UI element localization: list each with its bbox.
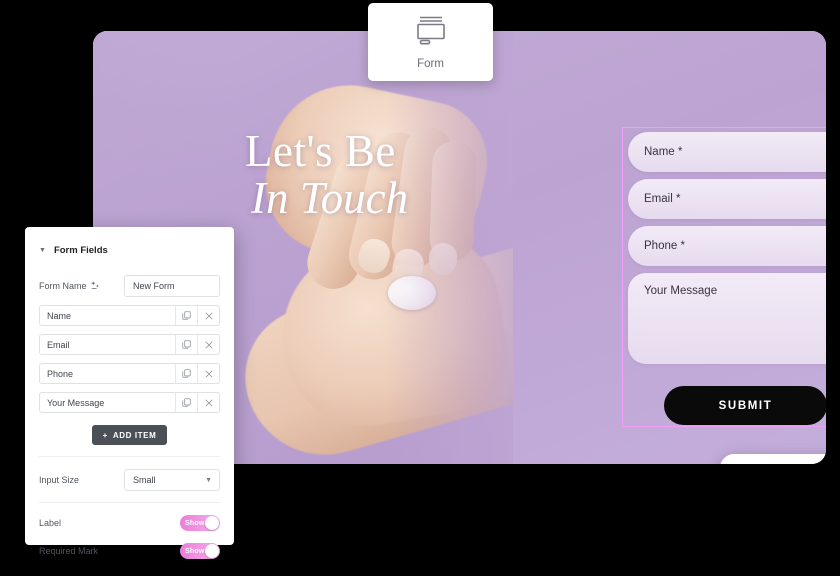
toggle-knob: [205, 544, 219, 558]
duplicate-icon[interactable]: [175, 364, 197, 383]
caret-down-icon[interactable]: ▼: [39, 247, 46, 254]
form-name-label: Form Name: [39, 280, 100, 292]
field-item-name[interactable]: Name: [40, 306, 175, 325]
panel-section-header[interactable]: ▼ Form Fields: [39, 237, 220, 263]
form-name-label-text: Form Name: [39, 281, 87, 291]
input-size-row: Input Size Small ▼: [39, 469, 220, 491]
preview-field-email[interactable]: Email *: [628, 179, 826, 219]
duplicate-icon[interactable]: [175, 335, 197, 354]
preview-field-label: Your Message: [644, 285, 718, 297]
required-mark-toggle-row: Required Mark Show: [39, 543, 220, 559]
add-item-button[interactable]: + ADD ITEM: [91, 425, 168, 445]
form-widget-chip-label: Form: [417, 57, 444, 70]
field-item-row[interactable]: Phone: [39, 363, 220, 384]
close-icon[interactable]: [197, 393, 219, 412]
panel-section-title: Form Fields: [53, 244, 108, 256]
preview-field-label: Email *: [644, 193, 681, 205]
required-mark-toggle[interactable]: Show: [180, 543, 220, 559]
duplicate-icon[interactable]: [175, 393, 197, 412]
field-item-row[interactable]: Email: [39, 334, 220, 355]
plus-icon: +: [102, 430, 108, 440]
input-size-label: Input Size: [39, 475, 80, 485]
form-name-input[interactable]: New Form: [124, 275, 220, 297]
required-mark-state: Show: [185, 547, 205, 555]
field-item-row[interactable]: Your Message: [39, 392, 220, 413]
field-item-row[interactable]: Name: [39, 305, 220, 326]
dynamic-tags-icon[interactable]: [90, 280, 100, 292]
preview-field-phone[interactable]: Phone *: [628, 226, 826, 266]
submit-button[interactable]: SUBMIT: [664, 386, 826, 425]
preview-field-label: Name *: [644, 146, 683, 158]
field-item-name[interactable]: Your Message: [40, 393, 175, 412]
label-toggle-label: Label: [39, 518, 62, 528]
form-name-value: New Form: [133, 281, 175, 291]
input-size-value: Small: [133, 475, 156, 485]
field-item-name[interactable]: Email: [40, 335, 175, 354]
panel-divider: [39, 456, 220, 457]
label-toggle[interactable]: Show: [180, 515, 220, 531]
preview-field-label: Phone *: [644, 240, 685, 252]
form-name-row: Form Name New Form: [39, 275, 220, 297]
close-icon[interactable]: [197, 364, 219, 383]
add-item-row: + ADD ITEM: [39, 425, 220, 445]
form-widget[interactable]: Name * Email * Phone * Your Message SUBM…: [622, 127, 826, 427]
add-item-label: ADD ITEM: [112, 430, 157, 440]
close-icon[interactable]: [197, 335, 219, 354]
field-item-name[interactable]: Phone: [40, 364, 175, 383]
duplicate-icon[interactable]: [175, 306, 197, 325]
form-fields-panel[interactable]: ▼ Form Fields Form Name New Form Name Em…: [25, 227, 234, 559]
panel-divider: [39, 502, 220, 503]
toggle-knob: [205, 516, 219, 530]
close-icon[interactable]: [197, 306, 219, 325]
success-toast: [720, 454, 826, 464]
label-toggle-state: Show: [185, 519, 205, 527]
form-widget-icon: [414, 15, 448, 50]
chevron-down-icon: ▼: [205, 476, 212, 484]
preview-field-name[interactable]: Name *: [628, 132, 826, 172]
input-size-select[interactable]: Small ▼: [124, 469, 220, 491]
label-toggle-row: Label Show: [39, 515, 220, 531]
required-mark-label: Required Mark: [39, 546, 99, 556]
screenshot-stage: Let's Be In Touch Name * Email * Phone *: [0, 0, 840, 576]
form-widget-chip[interactable]: Form: [368, 3, 493, 81]
preview-field-message[interactable]: Your Message: [628, 273, 826, 364]
